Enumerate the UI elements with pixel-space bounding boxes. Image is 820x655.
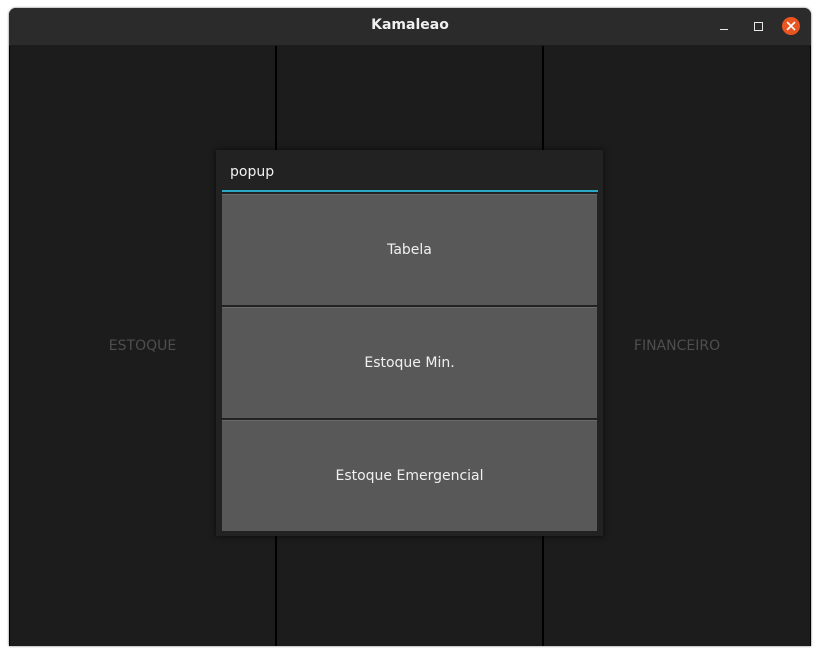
minimize-button[interactable] (715, 17, 733, 35)
maximize-button[interactable] (749, 17, 767, 35)
tabela-button-label: Tabela (387, 242, 432, 258)
popup-title: popup (230, 164, 275, 180)
estoque-min-button[interactable]: Estoque Min. (222, 307, 597, 418)
close-icon (786, 21, 796, 31)
financeiro-panel-label: FINANCEIRO (633, 338, 721, 354)
estoque-panel-label: ESTOQUE (108, 338, 177, 354)
popup-title-separator (222, 190, 598, 192)
maximize-icon (753, 21, 763, 31)
popup-dialog: popup Tabela Estoque Min. Estoque Emerge… (216, 150, 603, 536)
window-title: Kamaleao (371, 17, 449, 33)
close-button[interactable] (782, 17, 800, 35)
app-window: Kamaleao ESTOQUE FINANCEIRO popup Tabela… (9, 8, 811, 646)
estoque-emergencial-button-label: Estoque Emergencial (335, 468, 484, 484)
title-bar[interactable]: Kamaleao (9, 8, 811, 46)
minimize-icon (720, 28, 728, 30)
tabela-button[interactable]: Tabela (222, 194, 597, 305)
estoque-min-button-label: Estoque Min. (364, 355, 455, 371)
estoque-emergencial-button[interactable]: Estoque Emergencial (222, 420, 597, 531)
